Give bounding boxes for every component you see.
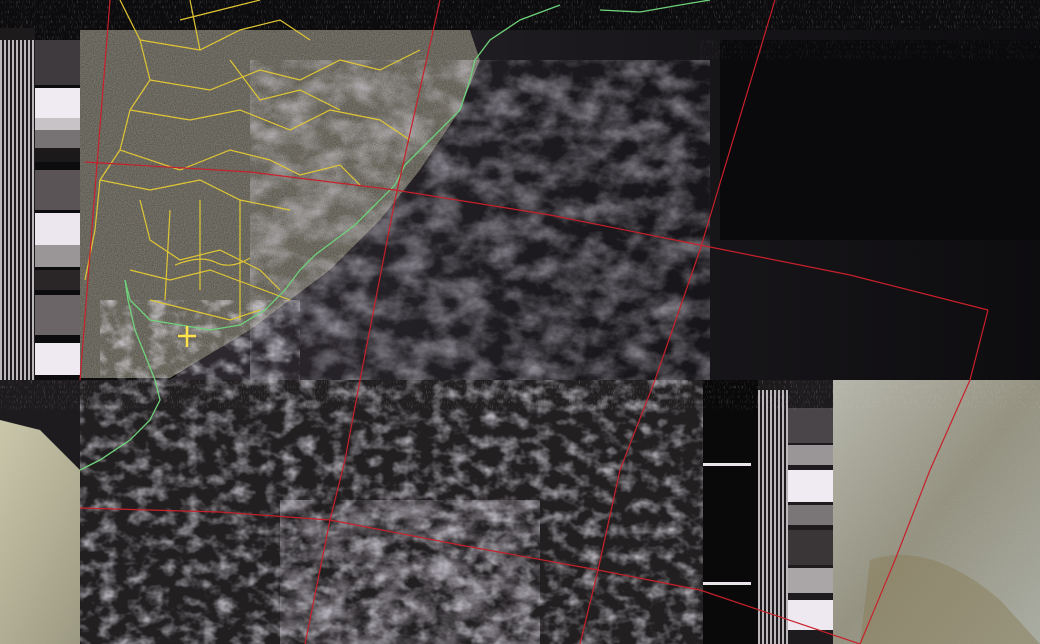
sync-stripe xyxy=(28,40,30,380)
sync-stripe xyxy=(8,40,10,380)
sync-stripe xyxy=(20,40,22,380)
sync-stripe xyxy=(24,40,26,380)
sync-stripe xyxy=(4,40,6,380)
sync-stripe xyxy=(774,390,776,644)
sync-stripe xyxy=(778,390,780,644)
dark-band-lower xyxy=(703,380,758,644)
sync-stripe xyxy=(16,40,18,380)
sync-stripe xyxy=(12,40,14,380)
sync-stripe xyxy=(758,390,760,644)
upper-image-panel xyxy=(0,0,1040,380)
lower-image-panel xyxy=(0,380,1040,644)
sync-stripe xyxy=(32,40,34,380)
telemetry-wedges-upper xyxy=(35,40,80,375)
sync-stripe xyxy=(770,390,772,644)
satellite-image-viewer xyxy=(0,0,1040,644)
sync-stripe xyxy=(0,40,2,380)
satellite-image xyxy=(0,0,1040,644)
sync-stripe xyxy=(762,390,764,644)
sync-stripe xyxy=(782,390,784,644)
sync-stripe xyxy=(786,390,788,644)
sync-stripe xyxy=(766,390,768,644)
